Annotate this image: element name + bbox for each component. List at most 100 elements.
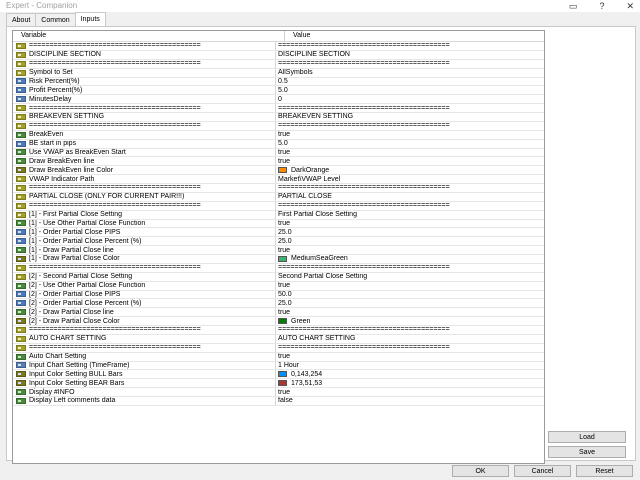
ok-button[interactable]: OK (452, 465, 509, 477)
value-cell[interactable]: false (276, 397, 544, 405)
table-row[interactable]: ========================================… (13, 104, 544, 113)
table-row[interactable]: [1] - Draw Partial Close Color MediumSeaG… (13, 255, 544, 264)
table-row[interactable]: [2] - Order Partial Close PIPS 50.0 (13, 290, 544, 300)
table-row[interactable]: Risk Percent(%) 0.5 (13, 77, 544, 87)
value-cell[interactable]: ========================================… (276, 184, 544, 192)
value-cell[interactable]: Green (276, 317, 544, 325)
value-cell[interactable]: 25.0 (276, 299, 544, 307)
value-cell[interactable]: true (276, 282, 544, 290)
table-row[interactable]: Auto Chart Setting true (13, 352, 544, 362)
table-row[interactable]: Symbol to Set AllSymbols (13, 68, 544, 78)
value-cell[interactable]: 5.0 (276, 140, 544, 148)
table-row[interactable]: ========================================… (13, 42, 544, 51)
table-row[interactable]: Display Left comments data false (13, 397, 544, 406)
table-row[interactable]: ========================================… (13, 326, 544, 335)
table-row[interactable]: [2] - Second Partial Close Setting Second… (13, 272, 544, 282)
table-row[interactable]: [1] - Draw Partial Close line true (13, 246, 544, 255)
table-row[interactable]: ========================================… (13, 263, 544, 273)
table-row[interactable]: VWAP Indicator Path Market\VWAP Level (13, 175, 544, 184)
table-row[interactable]: [2] - Order Partial Close Percent (%) 25.… (13, 299, 544, 309)
load-button[interactable]: Load (548, 431, 626, 443)
value-cell[interactable]: DISCIPLINE SECTION (276, 51, 544, 59)
variable-cell: Use VWAP as BreakEven Start (13, 148, 276, 157)
cancel-button[interactable]: Cancel (514, 465, 571, 477)
value-cell[interactable]: Second Partial Close Setting (276, 273, 544, 281)
table-row[interactable]: ========================================… (13, 59, 544, 69)
value-cell[interactable]: true (276, 388, 544, 396)
value-cell[interactable]: ========================================… (276, 122, 544, 130)
value-cell[interactable]: 173,51,53 (276, 379, 544, 387)
value-cell[interactable]: true (276, 308, 544, 316)
table-row[interactable]: PARTIAL CLOSE (ONLY FOR CURRENT PAIR!!!)… (13, 192, 544, 202)
table-row[interactable]: [1] - Use Other Partial Close Function tr… (13, 219, 544, 229)
value-cell[interactable]: 1 Hour (276, 362, 544, 370)
table-row[interactable]: Input Chart Setting (TimeFrame) 1 Hour (13, 361, 544, 371)
table-row[interactable]: BreakEven true (13, 130, 544, 140)
value-cell[interactable]: BREAKEVEN SETTING (276, 113, 544, 121)
table-row[interactable]: Use VWAP as BreakEven Start true (13, 148, 544, 158)
table-row[interactable]: [1] - Order Partial Close PIPS 25.0 (13, 228, 544, 238)
value-cell[interactable]: true (276, 220, 544, 228)
tab-about[interactable]: About (6, 13, 37, 26)
value-cell[interactable]: 0 (276, 95, 544, 103)
help-icon[interactable]: ? (599, 0, 604, 12)
value-cell[interactable]: 25.0 (276, 228, 544, 236)
table-row[interactable]: Profit Percent(%) 5.0 (13, 86, 544, 96)
variable-cell: [1] - Order Partial Close Percent (%) (13, 237, 276, 246)
table-row[interactable]: MinutesDelay 0 (13, 95, 544, 105)
table-row[interactable]: ========================================… (13, 201, 544, 211)
table-row[interactable]: ========================================… (13, 184, 544, 193)
table-row[interactable]: DISCIPLINE SECTION DISCIPLINE SECTION (13, 50, 544, 60)
value-cell[interactable]: 0,143,254 (276, 370, 544, 378)
value-cell[interactable]: 0.5 (276, 78, 544, 86)
table-row[interactable]: ========================================… (13, 121, 544, 131)
value-cell[interactable]: true (276, 157, 544, 165)
table-row[interactable]: BE start in pips 5.0 (13, 139, 544, 149)
value-cell[interactable]: ========================================… (276, 42, 544, 50)
reset-button[interactable]: Reset (576, 465, 633, 477)
value-cell[interactable]: Market\VWAP Level (276, 175, 544, 183)
value-text: false (278, 397, 293, 405)
value-cell[interactable]: true (276, 246, 544, 254)
table-row[interactable]: Draw BreakEven line true (13, 157, 544, 167)
table-row[interactable]: [1] - Order Partial Close Percent (%) 25.… (13, 237, 544, 247)
value-cell[interactable]: First Partial Close Setting (276, 211, 544, 219)
value-cell[interactable]: true (276, 149, 544, 157)
close-icon[interactable]: ✕ (626, 0, 634, 12)
value-cell[interactable]: PARTIAL CLOSE (276, 193, 544, 201)
value-cell[interactable]: 25.0 (276, 237, 544, 245)
table-row[interactable]: BREAKEVEN SETTING BREAKEVEN SETTING (13, 113, 544, 122)
table-row[interactable]: [2] - Use Other Partial Close Function tr… (13, 281, 544, 291)
variable-label: [2] - Order Partial Close Percent (%) (29, 299, 142, 307)
table-row[interactable]: Input Color Setting BULL Bars 0,143,254 (13, 370, 544, 380)
value-cell[interactable]: true (276, 131, 544, 139)
value-cell[interactable]: ========================================… (276, 326, 544, 334)
tab-common[interactable]: Common (35, 13, 76, 26)
table-row[interactable]: [2] - Draw Partial Close Color Green (13, 317, 544, 326)
value-cell[interactable]: ========================================… (276, 104, 544, 112)
table-row[interactable]: ========================================… (13, 343, 544, 353)
value-cell[interactable]: 50.0 (276, 291, 544, 299)
header-variable[interactable]: Variable (13, 31, 285, 41)
value-cell[interactable]: MediumSeaGreen (276, 255, 544, 263)
save-button[interactable]: Save (548, 446, 626, 458)
value-cell[interactable]: 5.0 (276, 86, 544, 94)
value-cell[interactable]: AUTO CHART SETTING (276, 335, 544, 343)
table-row[interactable]: Draw BreakEven line Color DarkOrange (13, 166, 544, 176)
screen-icon[interactable]: ▭ (569, 0, 578, 12)
value-cell[interactable]: DarkOrange (276, 166, 544, 174)
value-cell[interactable]: true (276, 353, 544, 361)
value-cell[interactable]: AllSymbols (276, 69, 544, 77)
header-value[interactable]: Value (285, 31, 310, 41)
table-row[interactable]: Input Color Setting BEAR Bars 173,51,53 (13, 379, 544, 389)
value-cell[interactable]: ========================================… (276, 202, 544, 210)
value-cell[interactable]: ========================================… (276, 344, 544, 352)
table-row[interactable]: [1] - First Partial Close Setting First P… (13, 210, 544, 220)
tab-inputs[interactable]: Inputs (74, 12, 106, 26)
value-text: AllSymbols (278, 69, 313, 77)
value-cell[interactable]: ========================================… (276, 264, 544, 272)
table-row[interactable]: Display #INFO true (13, 388, 544, 397)
table-row[interactable]: [2] - Draw Partial Close line true (13, 308, 544, 318)
value-cell[interactable]: ========================================… (276, 60, 544, 68)
table-row[interactable]: AUTO CHART SETTING AUTO CHART SETTING (13, 334, 544, 344)
